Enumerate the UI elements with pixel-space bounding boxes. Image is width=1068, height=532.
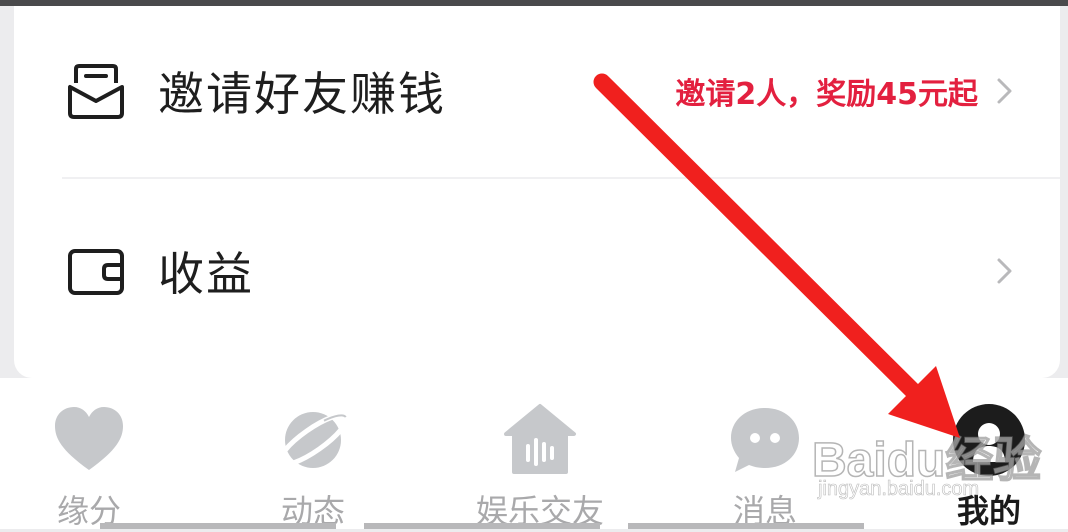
invite-friends-label: 邀请好友赚钱 [158,67,446,121]
planet-icon [277,412,349,468]
tab-fate[interactable]: 缘分 [14,378,164,530]
watermark-url: jingyan.baidu.com [818,478,980,501]
envelope-icon [68,64,124,119]
chevron-right-icon [997,78,1012,104]
wallet-icon [68,249,124,295]
underline-bar [364,523,600,529]
underline-bar [628,523,864,529]
underline-bar [100,523,336,529]
earnings-row[interactable]: 收益 [14,186,1060,356]
invite-promo-text: 邀请2人，奖励45元起 [675,77,978,112]
menu-card: 邀请好友赚钱 邀请2人，奖励45元起 收益 [14,6,1060,378]
voice-room-icon [504,404,576,474]
earnings-label: 收益 [158,247,254,301]
baidu-watermark: Baidu经验 jingyan.baidu.com [811,420,1042,510]
tab-entertainment[interactable]: 娱乐交友 [460,378,620,530]
tab-moments[interactable]: 动态 [238,378,388,530]
heart-icon [55,407,123,470]
row-divider [62,177,1060,179]
chevron-right-icon [997,258,1012,284]
invite-friends-row[interactable]: 邀请好友赚钱 邀请2人，奖励45元起 [14,6,1060,176]
chat-bubble-icon [731,408,799,472]
